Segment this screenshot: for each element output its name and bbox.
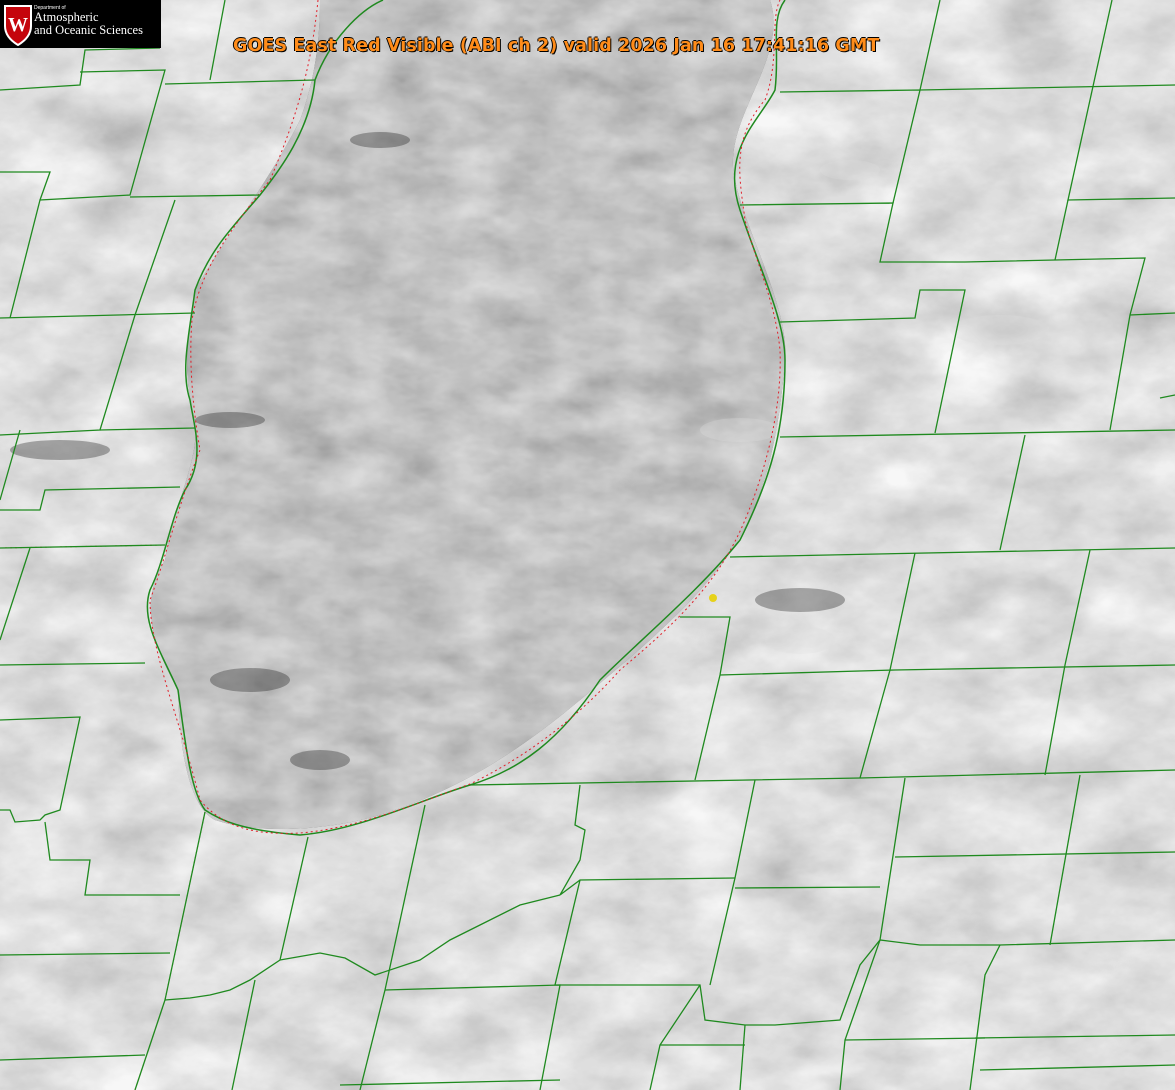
svg-text:W: W: [8, 14, 28, 36]
logo-line2: and Oceanic Sciences: [34, 23, 143, 38]
image-title: GOES East Red Visible (ABI ch 2) valid 2…: [233, 36, 880, 56]
uw-crest-icon: W: [4, 5, 32, 46]
uw-aos-logo: W Department of Atmospheric and Oceanic …: [0, 0, 161, 48]
satellite-image: [0, 0, 1175, 1090]
station-dot-icon: [709, 594, 717, 602]
